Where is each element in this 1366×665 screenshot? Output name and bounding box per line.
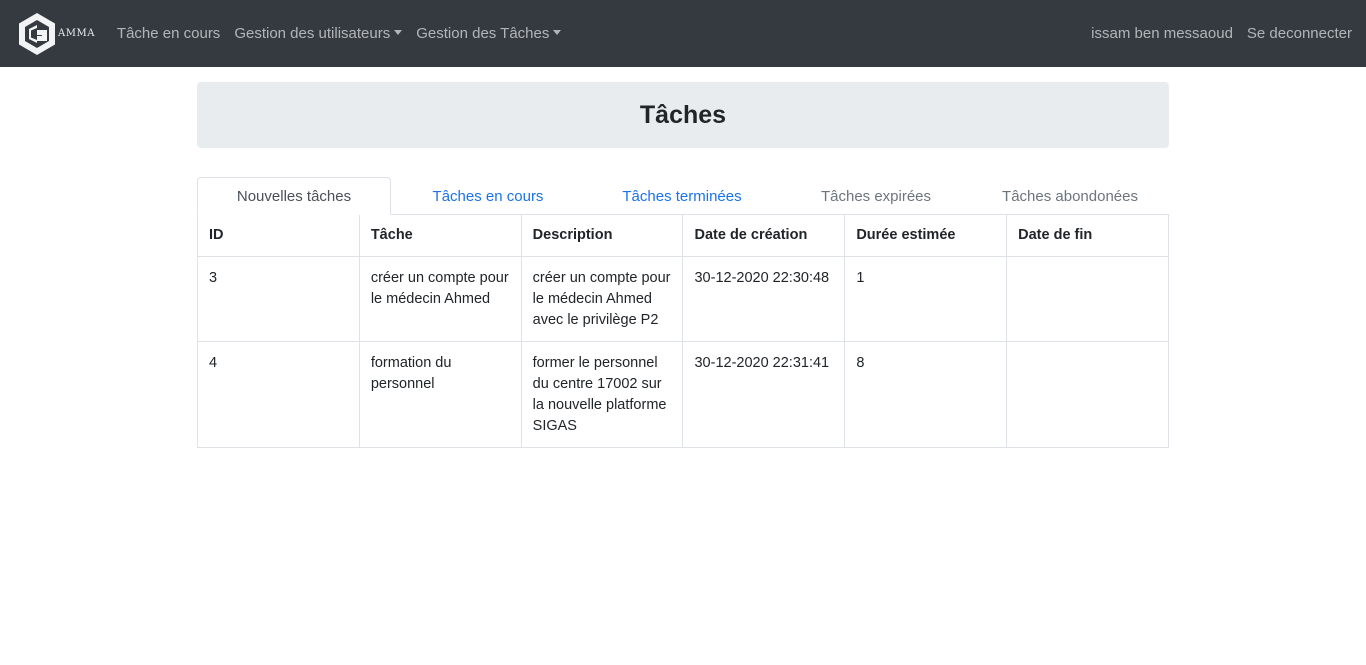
logout-link[interactable]: Se deconnecter <box>1247 25 1352 42</box>
cell-estimated-duration: 1 <box>844 255 1008 342</box>
column-header-creation-date: Date de création <box>682 215 846 257</box>
nav-link-label: Gestion des Tâches <box>416 25 550 42</box>
page-title: Tâches <box>639 100 727 129</box>
column-header-task: Tâche <box>358 215 522 257</box>
tab-tasks-completed[interactable]: Tâches terminées <box>585 177 779 214</box>
cell-estimated-duration: 8 <box>844 340 1008 448</box>
column-header-id: ID <box>197 215 360 257</box>
caret-down-icon <box>394 30 403 35</box>
main-container: Tâches Nouvelles tâches Tâches en cours … <box>197 82 1169 448</box>
table-header-row: ID Tâche Description Date de création Du… <box>197 215 1169 257</box>
nav-link-label: Gestion des utilisateurs <box>234 25 391 42</box>
nav-links: Tâche en cours Gestion des utilisateurs … <box>117 25 575 42</box>
user-name-link[interactable]: issam ben messaoud <box>1091 25 1233 42</box>
top-navbar: AMMA Tâche en cours Gestion des utilisat… <box>0 0 1366 67</box>
cell-creation-date: 30-12-2020 22:30:48 <box>682 255 846 342</box>
cell-task: créer un compte pour le médecin Ahmed <box>358 255 522 342</box>
page-header: Tâches <box>197 82 1169 148</box>
brand-text: AMMA <box>58 27 95 39</box>
column-header-description: Description <box>520 215 684 257</box>
tab-new-tasks[interactable]: Nouvelles tâches <box>197 177 391 215</box>
cell-id: 4 <box>197 340 360 448</box>
cell-end-date <box>1006 340 1169 448</box>
nav-link-current-task[interactable]: Tâche en cours <box>117 25 220 42</box>
tasks-table: ID Tâche Description Date de création Du… <box>197 215 1169 448</box>
table-row: 3 créer un compte pour le médecin Ahmed … <box>197 255 1169 342</box>
nav-dropdown-task-management[interactable]: Gestion des Tâches <box>416 25 562 42</box>
tab-tasks-abandoned[interactable]: Tâches abondonées <box>973 177 1167 214</box>
gamma-logo-icon <box>19 12 55 55</box>
column-header-end-date: Date de fin <box>1006 215 1169 257</box>
cell-description: créer un compte pour le médecin Ahmed av… <box>520 255 684 342</box>
cell-description: former le personnel du centre 17002 sur … <box>520 340 684 448</box>
nav-dropdown-user-management[interactable]: Gestion des utilisateurs <box>234 25 403 42</box>
cell-creation-date: 30-12-2020 22:31:41 <box>682 340 846 448</box>
tab-tasks-expired[interactable]: Tâches expirées <box>779 177 973 214</box>
nav-user-area: issam ben messaoud Se deconnecter <box>1077 25 1352 42</box>
nav-link-label: Tâche en cours <box>116 25 221 42</box>
cell-end-date <box>1006 255 1169 342</box>
cell-id: 3 <box>197 255 360 342</box>
column-header-estimated-duration: Durée estimée <box>844 215 1008 257</box>
brand-logo[interactable]: AMMA <box>14 11 95 57</box>
cell-task: formation du personnel <box>358 340 522 448</box>
table-row: 4 formation du personnel former le perso… <box>197 340 1169 448</box>
caret-down-icon <box>553 30 562 35</box>
tab-tasks-in-progress[interactable]: Tâches en cours <box>391 177 585 214</box>
task-tabs: Nouvelles tâches Tâches en cours Tâches … <box>197 177 1169 215</box>
